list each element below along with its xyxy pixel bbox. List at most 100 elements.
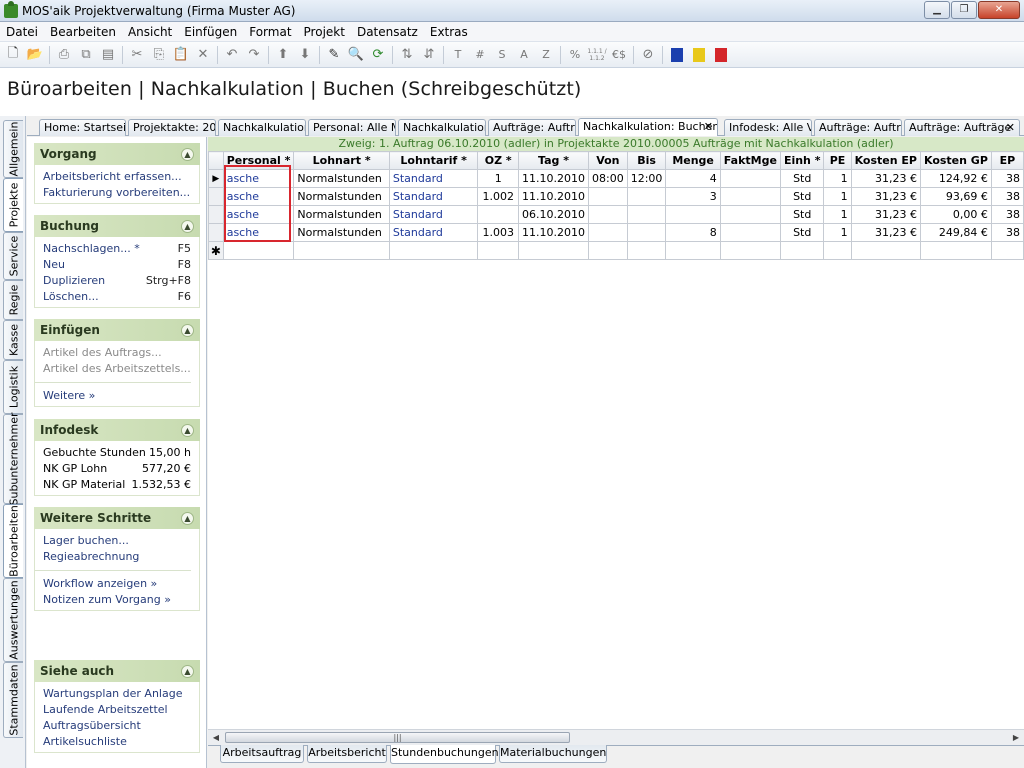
tab-materialbuchungen[interactable]: Materialbuchungen (499, 745, 607, 763)
print-icon[interactable]: ⎙ (53, 44, 75, 66)
tab-auftraege-2[interactable]: Aufträge: Auftrå (814, 119, 902, 136)
link-duplizieren[interactable]: Duplizieren Strg+F8 (43, 273, 199, 289)
link-auftragsuebersicht[interactable]: Auftragsübersicht (43, 718, 199, 734)
col-personal[interactable]: Personal * (222, 151, 295, 170)
cell-empty[interactable] (990, 241, 1024, 260)
link-nachschlagen[interactable]: Nachschlagen... * F5 (43, 241, 199, 257)
link-regieabrechnung[interactable]: Regieabrechnung (43, 549, 199, 565)
maximize-icon[interactable]: ❐ (951, 1, 977, 19)
cell-menge[interactable] (665, 205, 721, 224)
row-selector[interactable] (208, 223, 224, 242)
format-number-icon[interactable]: # (469, 44, 491, 66)
cell-von[interactable] (588, 187, 628, 206)
menu-projekt[interactable]: Projekt (298, 22, 351, 42)
collapse-icon[interactable]: ▲ (181, 323, 194, 337)
tab-stundenbuchungen[interactable]: Stundenbuchungen (390, 745, 499, 764)
menu-ansicht[interactable]: Ansicht (122, 22, 178, 42)
cut-icon[interactable]: ✂ (126, 44, 148, 66)
group-header[interactable]: Infodesk ▲ (34, 419, 200, 441)
cell-einh[interactable]: Std (779, 169, 825, 188)
link-artikel-arbeitszettel[interactable]: Artikel des Arbeitszettels... (43, 361, 199, 377)
link-neu[interactable]: Neu F8 (43, 257, 199, 273)
link-wartungsplan[interactable]: Wartungsplan der Anlage (43, 686, 199, 702)
col-faktmge[interactable]: FaktMge (719, 151, 781, 170)
cell-von[interactable] (588, 223, 628, 242)
cell-lohnart[interactable]: Normalstunden (293, 187, 390, 206)
col-von[interactable]: Von (588, 151, 628, 170)
cell-von[interactable] (588, 205, 628, 224)
group-header[interactable]: Weitere Schritte ▲ (34, 507, 200, 529)
link-artikel-auftrag[interactable]: Artikel des Auftrags... (43, 345, 199, 361)
cell-empty[interactable] (665, 241, 721, 260)
cell-kosten-ep[interactable]: 31,23 € (850, 169, 921, 188)
user-blue-icon[interactable] (666, 44, 688, 66)
paste-icon[interactable]: 📋 (170, 44, 192, 66)
side-tab-projekte[interactable]: Projekte (3, 178, 23, 232)
tab-close-icon[interactable]: ✕ (1006, 120, 1015, 135)
link-lager-buchen[interactable]: Lager buchen... (43, 533, 199, 549)
menu-datei[interactable]: Datei (0, 22, 44, 42)
side-tab-allgemein[interactable]: Allgemein (3, 120, 23, 178)
cell-bis[interactable] (626, 223, 667, 242)
collapse-icon[interactable]: ▲ (181, 511, 194, 525)
cell-empty[interactable] (388, 241, 479, 260)
cell-faktmge[interactable] (719, 205, 781, 224)
side-tab-kasse[interactable]: Kasse (3, 320, 23, 360)
link-loeschen[interactable]: Löschen... F6 (43, 289, 199, 305)
numbering-icon[interactable]: 1.1.1 / 1.1.2 (586, 44, 608, 66)
table-row[interactable]: ▶ asche Normalstunden Standard 1 11.10.2… (208, 169, 1024, 188)
cell-menge[interactable]: 4 (665, 169, 721, 188)
currency-icon[interactable]: €$ (608, 44, 630, 66)
table-row[interactable]: asche Normalstunden Standard 1.002 11.10… (208, 187, 1024, 206)
cell-oz[interactable]: 1.003 (477, 223, 520, 242)
cell-lohntarif[interactable]: Standard (388, 223, 479, 242)
move-up-icon[interactable]: ⬆ (272, 44, 294, 66)
sort-descending-icon[interactable]: ⇵ (418, 44, 440, 66)
tab-arbeitsbericht[interactable]: Arbeitsbericht (307, 745, 387, 763)
cell-empty[interactable] (477, 241, 520, 260)
horizontal-scrollbar[interactable]: ◀ ||| ▶ (208, 729, 1024, 745)
col-oz[interactable]: OZ * (477, 151, 520, 170)
col-lohnart[interactable]: Lohnart * (293, 151, 390, 170)
cell-kosten-gp[interactable]: 124,92 € (919, 169, 992, 188)
cell-einh[interactable]: Std (779, 223, 825, 242)
cell-pe[interactable]: 1 (823, 223, 852, 242)
new-row[interactable]: ✱ (208, 241, 1024, 260)
cell-empty[interactable] (626, 241, 667, 260)
cell-pe[interactable]: 1 (823, 205, 852, 224)
link-artikelsuchliste[interactable]: Artikelsuchliste (43, 734, 199, 750)
cell-lohntarif[interactable]: Standard (388, 187, 479, 206)
cell-personal[interactable]: asche (222, 169, 295, 188)
side-tab-subunternehmer[interactable]: Subunternehmer (3, 412, 23, 506)
tab-personal[interactable]: Personal: Alle Mi (308, 119, 396, 136)
cell-faktmge[interactable] (719, 223, 781, 242)
collapse-icon[interactable]: ▲ (181, 664, 194, 678)
cell-ep[interactable]: 38 (990, 223, 1024, 242)
row-selector[interactable] (208, 205, 224, 224)
cell-tag[interactable]: 06.10.2010 (518, 205, 590, 224)
cell-empty[interactable] (779, 241, 825, 260)
page-setup-icon[interactable]: ▤ (97, 44, 119, 66)
edit-pencil-icon[interactable]: ✎ (323, 44, 345, 66)
cell-kosten-gp[interactable]: 93,69 € (919, 187, 992, 206)
table-row[interactable]: asche Normalstunden Standard 1.003 11.10… (208, 223, 1024, 242)
new-row-icon[interactable]: ✱ (208, 241, 224, 260)
tab-infodesk[interactable]: Infodesk: Alle Vo (724, 119, 812, 136)
cell-lohnart[interactable]: Normalstunden (293, 205, 390, 224)
cell-faktmge[interactable] (719, 169, 781, 188)
group-header[interactable]: Buchung ▲ (34, 215, 200, 237)
col-einh[interactable]: Einh * (779, 151, 825, 170)
cell-empty[interactable] (919, 241, 992, 260)
cell-kosten-ep[interactable]: 31,23 € (850, 223, 921, 242)
cell-tag[interactable]: 11.10.2010 (518, 187, 590, 206)
refresh-icon[interactable]: ⟳ (367, 44, 389, 66)
cell-bis[interactable]: 12:00 (626, 169, 667, 188)
menu-format[interactable]: Format (243, 22, 297, 42)
col-pe[interactable]: PE (823, 151, 852, 170)
sort-ascending-icon[interactable]: ⇅ (396, 44, 418, 66)
cell-oz[interactable]: 1.002 (477, 187, 520, 206)
minimize-icon[interactable]: ▁ (924, 1, 950, 19)
cell-kosten-ep[interactable]: 31,23 € (850, 187, 921, 206)
collapse-icon[interactable]: ▲ (181, 147, 194, 161)
cell-empty[interactable] (293, 241, 390, 260)
